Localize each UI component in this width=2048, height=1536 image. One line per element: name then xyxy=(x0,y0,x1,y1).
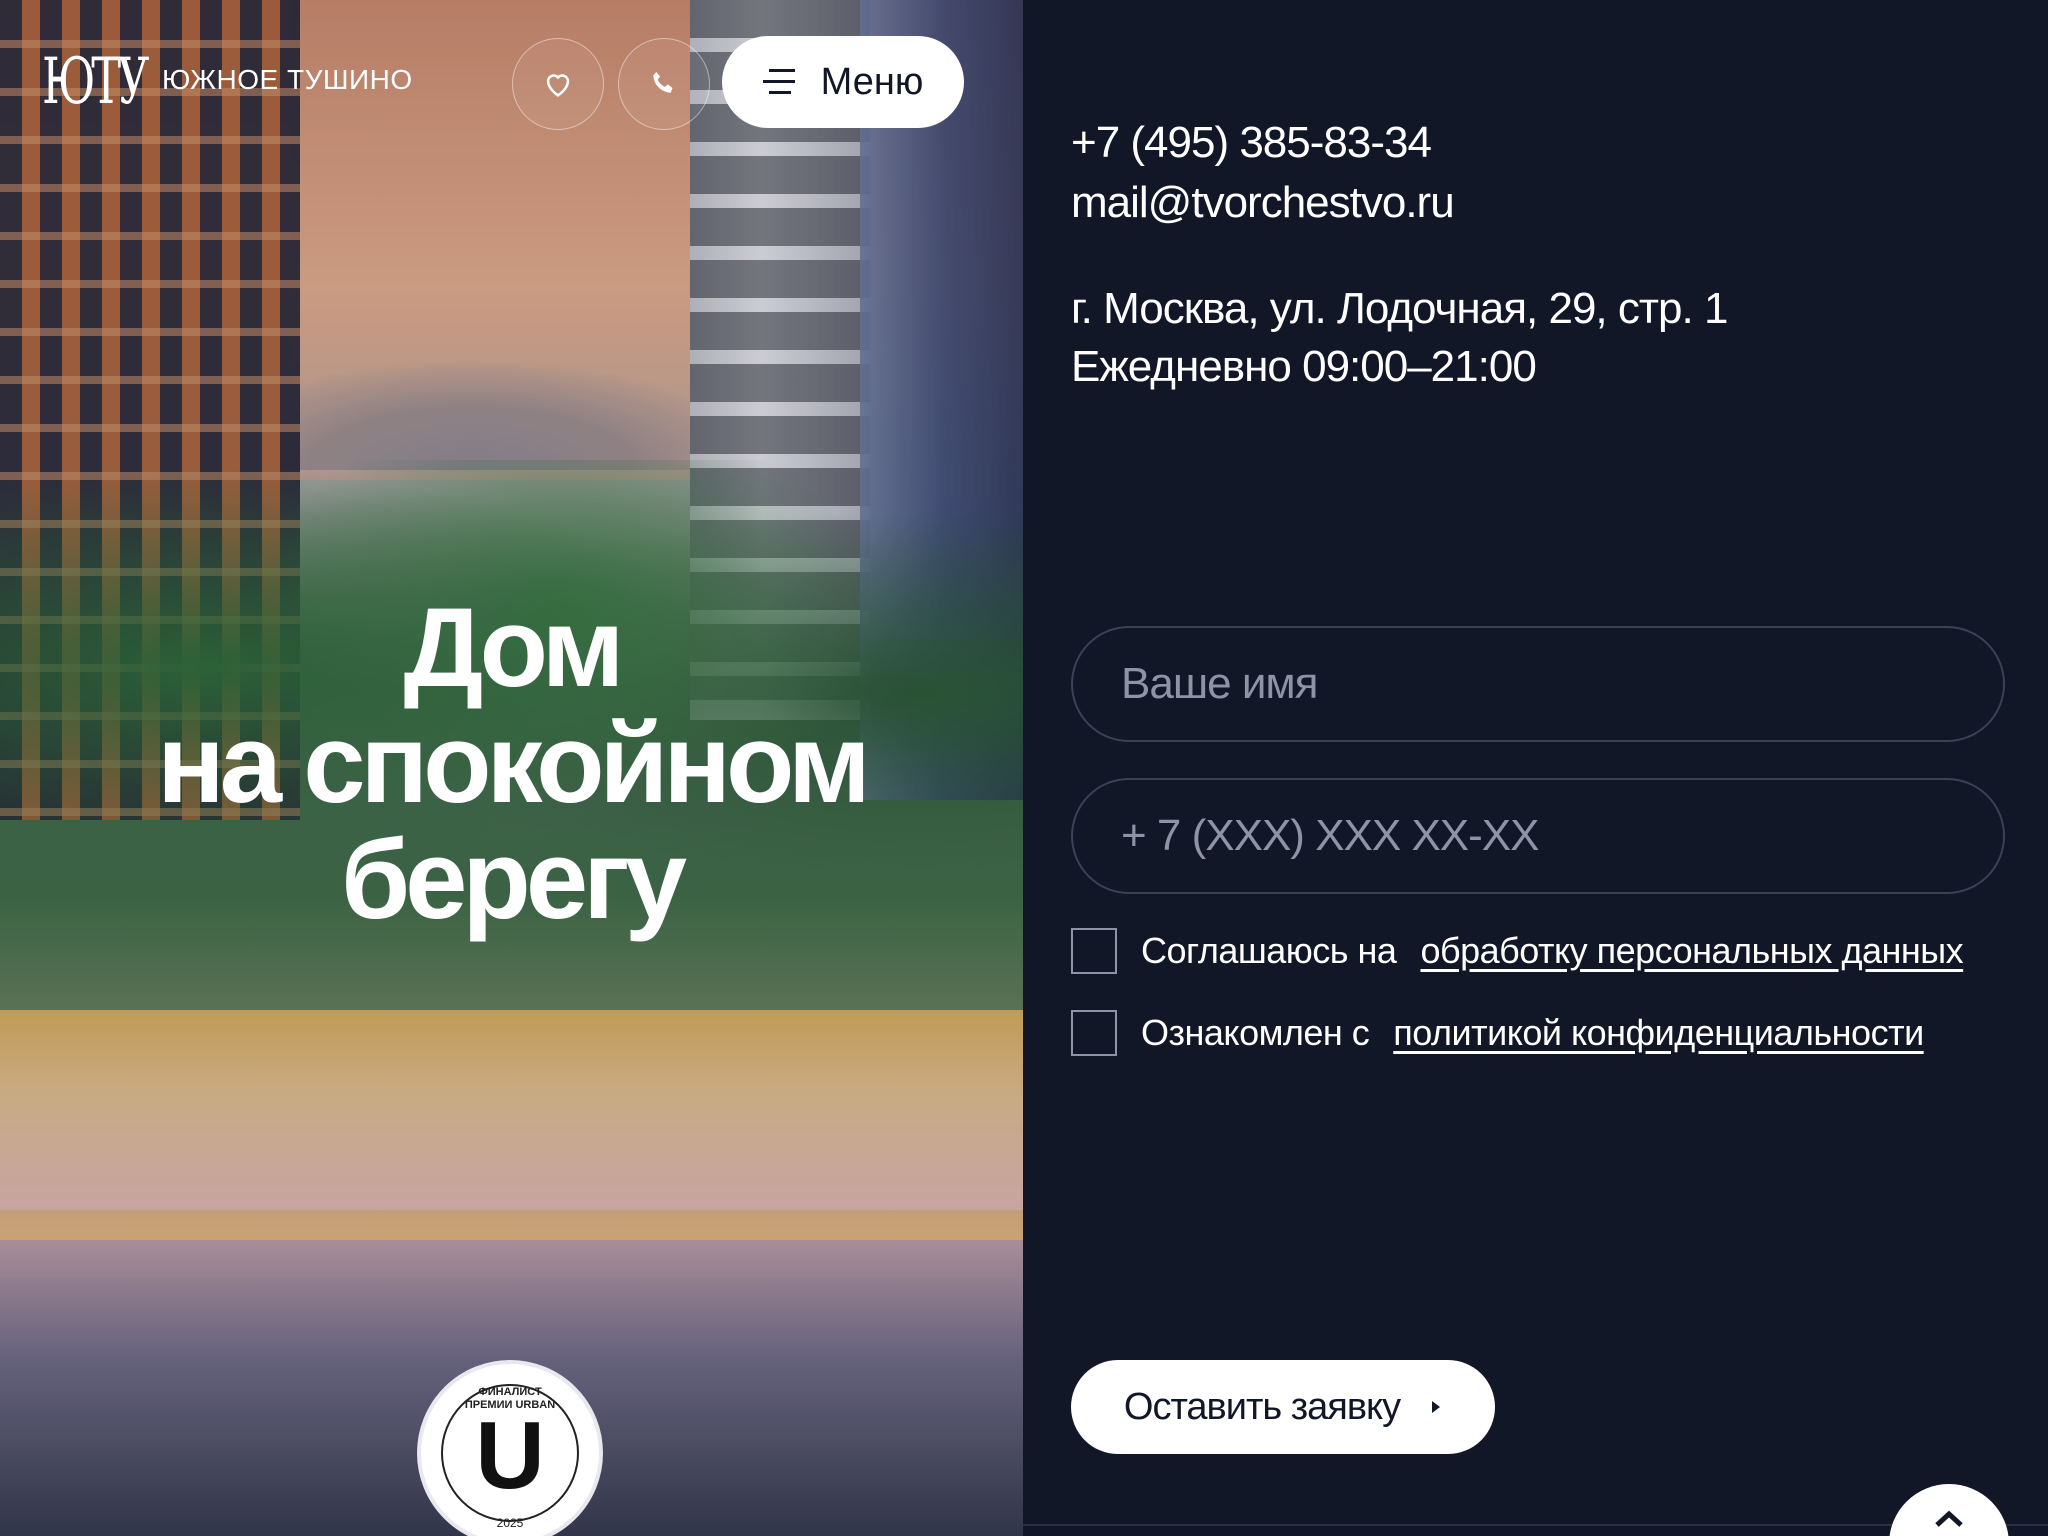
policy-prefix: Ознакомлен с xyxy=(1141,1012,1370,1053)
hero-section: ЮТУ ЮЖНОЕ ТУШИНО Меню Дом на спокойном б… xyxy=(0,0,1023,1536)
hero-title-line: берегу xyxy=(340,817,687,942)
call-button[interactable] xyxy=(618,38,710,130)
consent-link[interactable]: обработку персональных данных xyxy=(1420,930,1963,972)
consent-row: Соглашаюсь на обработку персональных дан… xyxy=(1071,928,1964,974)
submit-label: Оставить заявку xyxy=(1123,1385,1401,1428)
menu-button[interactable]: Меню xyxy=(722,36,964,128)
contact-phone[interactable]: +7 (495) 385-83-34 xyxy=(1071,118,1432,168)
submit-button[interactable]: Оставить заявку xyxy=(1071,1360,1495,1454)
hero-title-line: на спокойном xyxy=(157,701,871,826)
contact-address: г. Москва, ул. Лодочная, 29, стр. 1 xyxy=(1071,284,1728,333)
consent-checkbox[interactable] xyxy=(1071,928,1117,974)
favorites-button[interactable] xyxy=(512,38,604,130)
contact-email[interactable]: mail@tvorchestvo.ru xyxy=(1071,178,1455,228)
heart-icon xyxy=(546,74,570,97)
award-badge[interactable]: ФИНАЛИСТ ПРЕМИИ URBAN U 2025 xyxy=(417,1360,603,1536)
menu-label: Меню xyxy=(820,60,924,103)
policy-checkbox[interactable] xyxy=(1071,1010,1117,1056)
site-logo[interactable]: ЮТУ xyxy=(42,36,149,128)
contact-panel: +7 (495) 385-83-34 mail@tvorchestvo.ru г… xyxy=(1023,0,2048,1536)
name-input[interactable] xyxy=(1071,626,2005,742)
triangle-right-icon xyxy=(1432,1401,1441,1413)
hero-title-line: Дом xyxy=(403,585,625,710)
brand-name[interactable]: ЮЖНОЕ ТУШИНО xyxy=(162,64,413,96)
hamburger-icon xyxy=(762,69,795,94)
phone-icon xyxy=(653,71,673,93)
badge-letter: U xyxy=(475,1402,545,1509)
consent-prefix: Соглашаюсь на xyxy=(1141,930,1397,971)
scroll-top-button[interactable] xyxy=(1889,1484,2009,1536)
chevron-up-icon xyxy=(1935,1510,1963,1527)
contact-hours: Ежедневно 09:00–21:00 xyxy=(1071,342,1537,391)
phone-input[interactable] xyxy=(1071,778,2005,894)
badge-year: 2025 xyxy=(496,1516,524,1530)
hero-title: Дом на спокойном берегу xyxy=(0,590,1023,938)
policy-link[interactable]: политикой конфиденциальности xyxy=(1393,1012,1924,1054)
policy-row: Ознакомлен с политикой конфиденциальност… xyxy=(1071,1010,1924,1056)
